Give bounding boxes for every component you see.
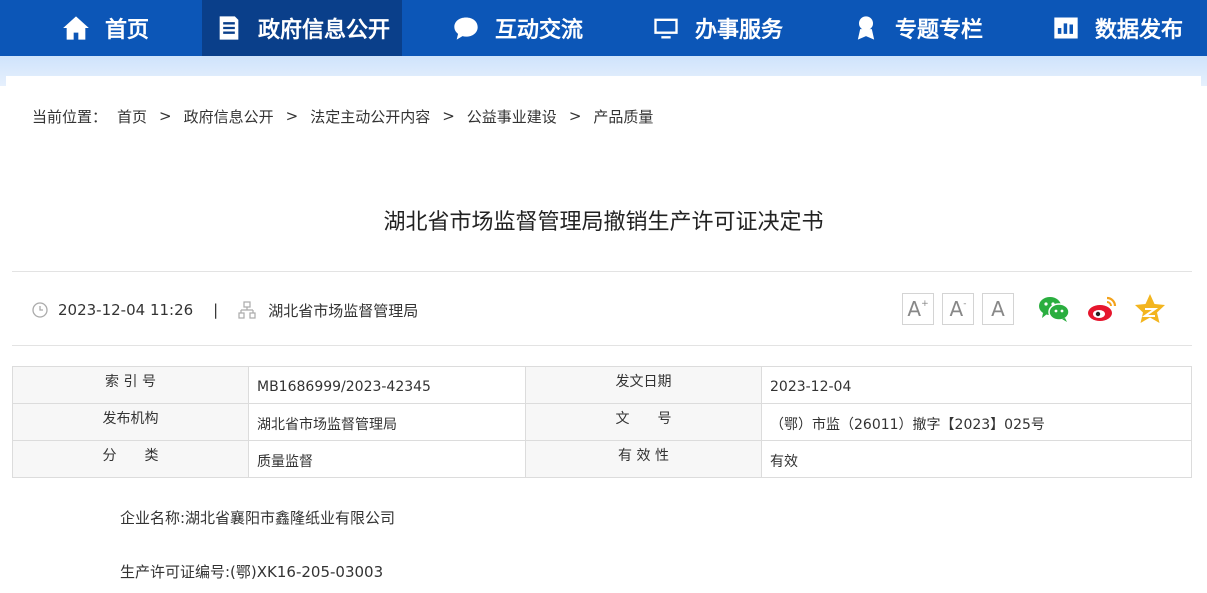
index-number-label: 索 引 号 bbox=[12, 366, 249, 404]
publish-datetime: 2023-12-04 11:26 bbox=[58, 301, 194, 319]
document-info-table: 索 引 号 MB1686999/2023-42345 发文日期 2023-12-… bbox=[12, 366, 1192, 478]
document-number-value: （鄂）市监（26011）撤字【2023】025号 bbox=[761, 403, 1192, 441]
font-size-default-button[interactable]: A bbox=[982, 293, 1014, 325]
font-size-increase-label: A bbox=[907, 297, 922, 321]
category-label: 分 类 bbox=[12, 440, 249, 478]
nav-home[interactable]: 首页 bbox=[40, 0, 170, 56]
nav-item-label: 首页 bbox=[104, 18, 149, 43]
home-icon bbox=[61, 13, 91, 43]
breadcrumb-public-welfare[interactable]: 公益事业建设 bbox=[467, 106, 557, 127]
nav-interaction[interactable]: 互动交流 bbox=[432, 0, 602, 56]
publish-source: 湖北省市场监督管理局 bbox=[268, 301, 419, 320]
document-number-label: 文 号 bbox=[525, 403, 762, 441]
index-number-value: MB1686999/2023-42345 bbox=[248, 366, 526, 404]
clock-icon bbox=[32, 302, 48, 318]
main-nav: 首页 政府信息公开 互动交流 办事服务 专题专栏 数据发布 bbox=[0, 0, 1207, 56]
title-divider bbox=[12, 271, 1192, 272]
issue-date-value: 2023-12-04 bbox=[761, 366, 1192, 404]
nav-item-label: 政府信息公开 bbox=[257, 18, 390, 43]
breadcrumb-product-quality[interactable]: 产品质量 bbox=[593, 106, 653, 127]
font-size-decrease-button[interactable]: A- bbox=[942, 293, 974, 325]
breadcrumb-gov-info[interactable]: 政府信息公开 bbox=[184, 106, 274, 127]
monitor-icon bbox=[651, 13, 681, 43]
article-meta: 2023-12-04 11:26 | 湖北省市场监督管理局 bbox=[32, 298, 418, 322]
breadcrumb-statutory[interactable]: 法定主动公开内容 bbox=[310, 106, 430, 127]
nav-gov-info[interactable]: 政府信息公开 bbox=[202, 0, 402, 56]
chat-bubble-icon bbox=[451, 13, 481, 43]
validity-value: 有效 bbox=[761, 440, 1192, 478]
wechat-icon[interactable] bbox=[1037, 292, 1071, 326]
category-value: 质量监督 bbox=[248, 440, 526, 478]
nav-item-label: 数据发布 bbox=[1094, 18, 1183, 43]
breadcrumb-separator: > bbox=[285, 107, 299, 125]
nav-data[interactable]: 数据发布 bbox=[1032, 0, 1202, 56]
font-size-increase-button[interactable]: A + bbox=[902, 293, 934, 325]
nav-item-label: 专题专栏 bbox=[894, 18, 983, 43]
publisher-label: 发布机构 bbox=[12, 403, 249, 441]
breadcrumb-separator: > bbox=[568, 107, 582, 125]
table-row: 分 类 质量监督 有 效 性 有效 bbox=[12, 440, 1192, 478]
bar-chart-icon bbox=[1051, 13, 1081, 43]
nav-services[interactable]: 办事服务 bbox=[632, 0, 802, 56]
issue-date-label: 发文日期 bbox=[525, 366, 762, 404]
table-row: 发布机构 湖北省市场监督管理局 文 号 （鄂）市监（26011）撤字【2023】… bbox=[12, 403, 1192, 441]
font-size-increase-mark: + bbox=[921, 299, 929, 309]
breadcrumb-home[interactable]: 首页 bbox=[117, 106, 147, 127]
font-size-decrease-mark: - bbox=[963, 299, 967, 309]
breadcrumb-separator: > bbox=[159, 107, 172, 125]
meta-divider: | bbox=[213, 301, 219, 319]
license-number-line: 生产许可证编号:(鄂)XK16-205-03003 bbox=[120, 563, 384, 581]
font-size-default-label: A bbox=[991, 297, 1005, 321]
validity-label: 有 效 性 bbox=[525, 440, 762, 478]
breadcrumb-separator: > bbox=[442, 107, 455, 125]
company-name-line: 企业名称:湖北省襄阳市鑫隆纸业有限公司 bbox=[120, 509, 396, 527]
font-size-decrease-label: A bbox=[949, 297, 964, 321]
table-row: 索 引 号 MB1686999/2023-42345 发文日期 2023-12-… bbox=[12, 366, 1192, 404]
document-icon bbox=[214, 13, 244, 43]
medal-icon bbox=[851, 13, 881, 43]
nav-topics[interactable]: 专题专栏 bbox=[832, 0, 1002, 56]
meta-divider-line bbox=[12, 345, 1192, 346]
breadcrumb-prefix: 当前位置： bbox=[32, 107, 108, 126]
organization-icon bbox=[238, 301, 256, 319]
article-title: 湖北省市场监督管理局撤销生产许可证决定书 bbox=[383, 210, 824, 235]
weibo-icon[interactable] bbox=[1085, 292, 1119, 326]
nav-item-label: 办事服务 bbox=[694, 18, 783, 43]
publisher-value: 湖北省市场监督管理局 bbox=[248, 403, 526, 441]
favorite-star-icon[interactable] bbox=[1133, 292, 1167, 326]
nav-item-label: 互动交流 bbox=[494, 18, 583, 43]
breadcrumb: 当前位置： 首页 > 政府信息公开 > 法定主动公开内容 > 公益事业建设 > … bbox=[32, 106, 653, 126]
